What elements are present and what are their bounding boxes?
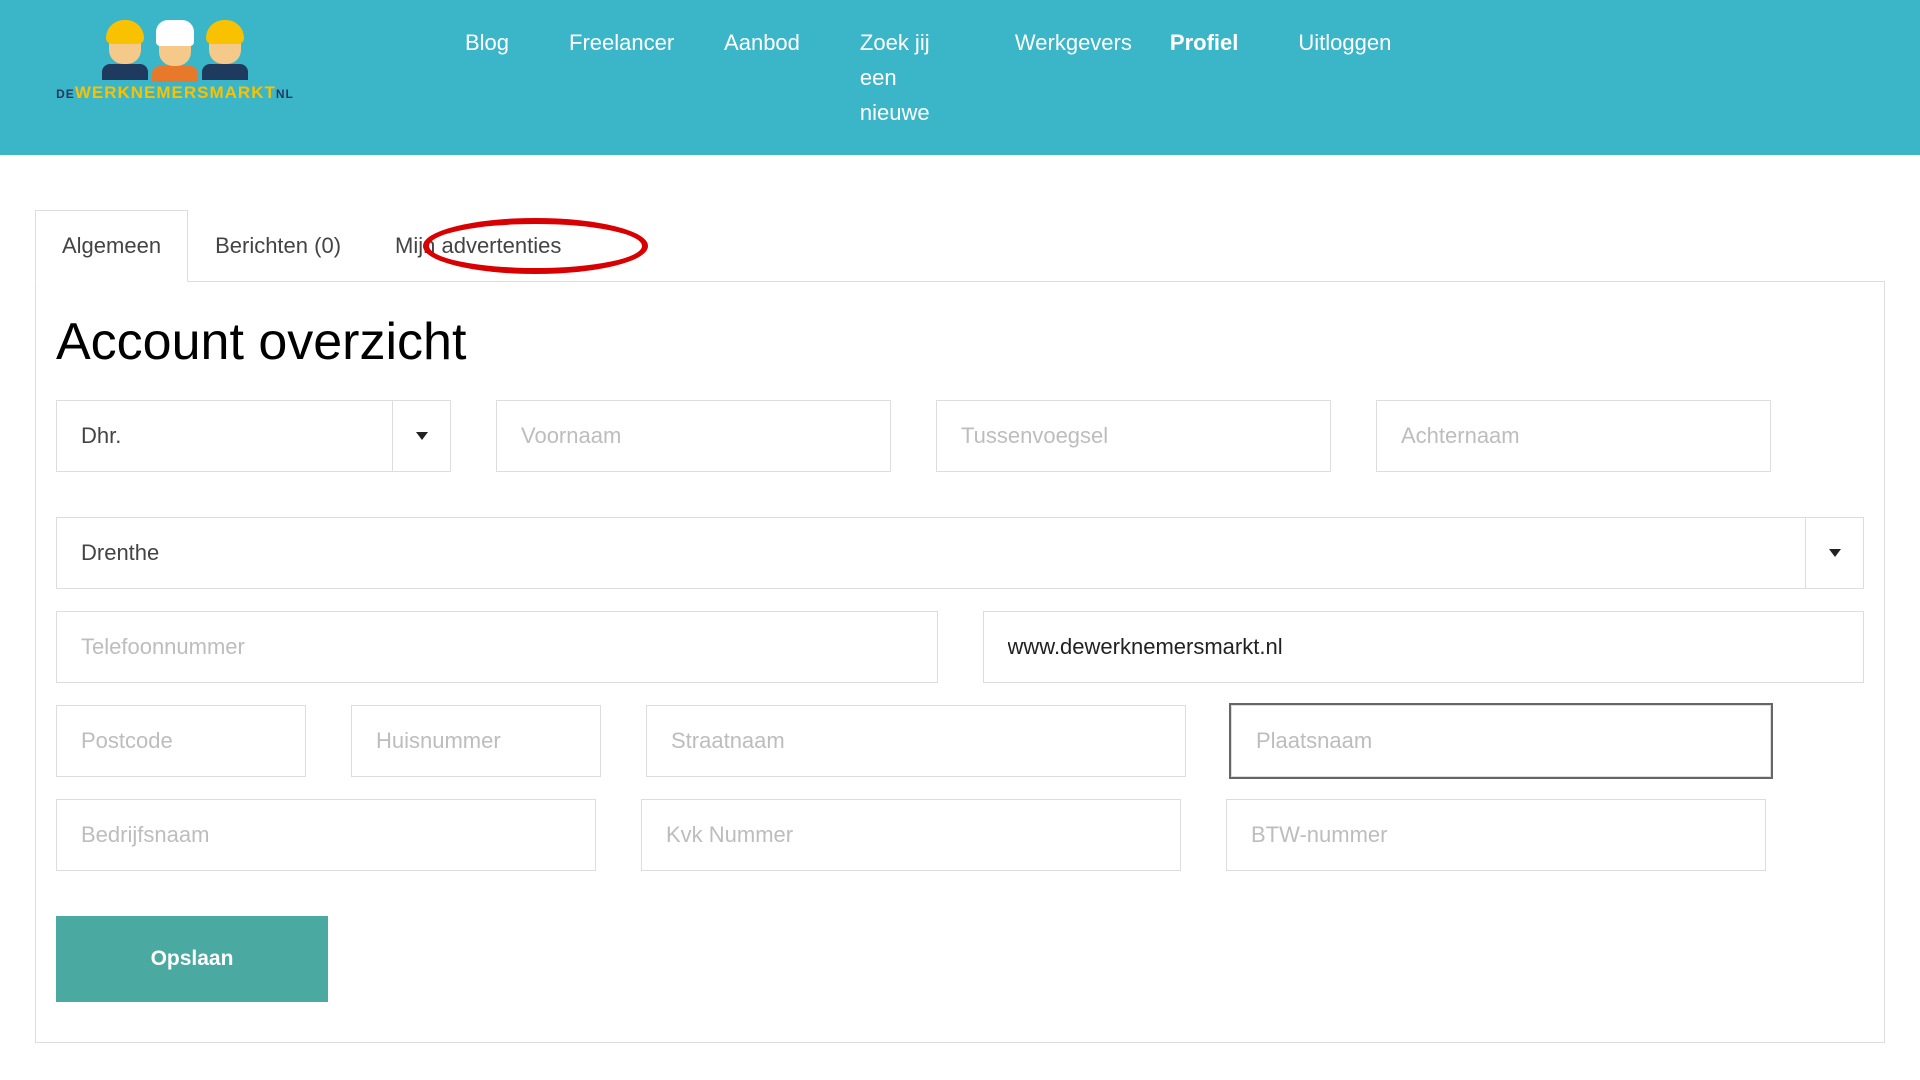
nav: Blog Freelancer Aanbod Zoek jij een nieu… bbox=[465, 0, 1391, 131]
kvk-input[interactable] bbox=[641, 799, 1181, 871]
nav-profiel[interactable]: Profiel bbox=[1170, 25, 1238, 131]
title-select-value: Dhr. bbox=[81, 423, 121, 449]
logo-main: WERKNEMERSMARKT bbox=[75, 83, 276, 102]
province-select-value: Drenthe bbox=[81, 540, 159, 566]
tabs: Algemeen Berichten (0) Mijn advertenties bbox=[35, 210, 1885, 282]
nav-aanbod[interactable]: Aanbod bbox=[724, 25, 800, 131]
logo-figures bbox=[35, 20, 315, 78]
postcode-input[interactable] bbox=[56, 705, 306, 777]
logo-text: DEWERKNEMERSMARKTNL bbox=[35, 83, 315, 103]
achternaam-input[interactable] bbox=[1376, 400, 1771, 472]
straatnaam-input[interactable] bbox=[646, 705, 1186, 777]
header: DEWERKNEMERSMARKTNL Blog Freelancer Aanb… bbox=[0, 0, 1920, 155]
nav-werkgevers[interactable]: Werkgevers bbox=[1015, 25, 1110, 131]
telefoon-input[interactable] bbox=[56, 611, 938, 683]
tussenvoegsel-input[interactable] bbox=[936, 400, 1331, 472]
save-button[interactable]: Opslaan bbox=[56, 916, 328, 1002]
logo-nl: NL bbox=[276, 87, 294, 101]
title-select[interactable]: Dhr. bbox=[56, 400, 451, 472]
plaatsnaam-input[interactable] bbox=[1231, 705, 1771, 777]
tab-berichten[interactable]: Berichten (0) bbox=[188, 210, 368, 282]
nav-uitloggen[interactable]: Uitloggen bbox=[1298, 25, 1391, 131]
btw-input[interactable] bbox=[1226, 799, 1766, 871]
chevron-down-icon bbox=[1805, 518, 1863, 588]
tab-mijn-advertenties[interactable]: Mijn advertenties bbox=[368, 210, 588, 282]
nav-blog[interactable]: Blog bbox=[465, 25, 509, 131]
nav-freelancer[interactable]: Freelancer bbox=[569, 25, 664, 131]
logo-de: DE bbox=[56, 87, 75, 101]
huisnummer-input[interactable] bbox=[351, 705, 601, 777]
chevron-down-icon bbox=[392, 401, 450, 471]
province-select[interactable]: Drenthe bbox=[56, 517, 1864, 589]
tab-algemeen[interactable]: Algemeen bbox=[35, 210, 188, 282]
bedrijfsnaam-input[interactable] bbox=[56, 799, 596, 871]
content: Algemeen Berichten (0) Mijn advertenties… bbox=[0, 210, 1920, 1043]
website-input[interactable] bbox=[983, 611, 1865, 683]
logo[interactable]: DEWERKNEMERSMARKTNL bbox=[35, 20, 315, 103]
voornaam-input[interactable] bbox=[496, 400, 891, 472]
panel-algemeen: Account overzicht Dhr. Drenthe bbox=[35, 281, 1885, 1043]
nav-zoek[interactable]: Zoek jij een nieuwe bbox=[860, 25, 955, 131]
page-title: Account overzicht bbox=[56, 312, 1864, 372]
